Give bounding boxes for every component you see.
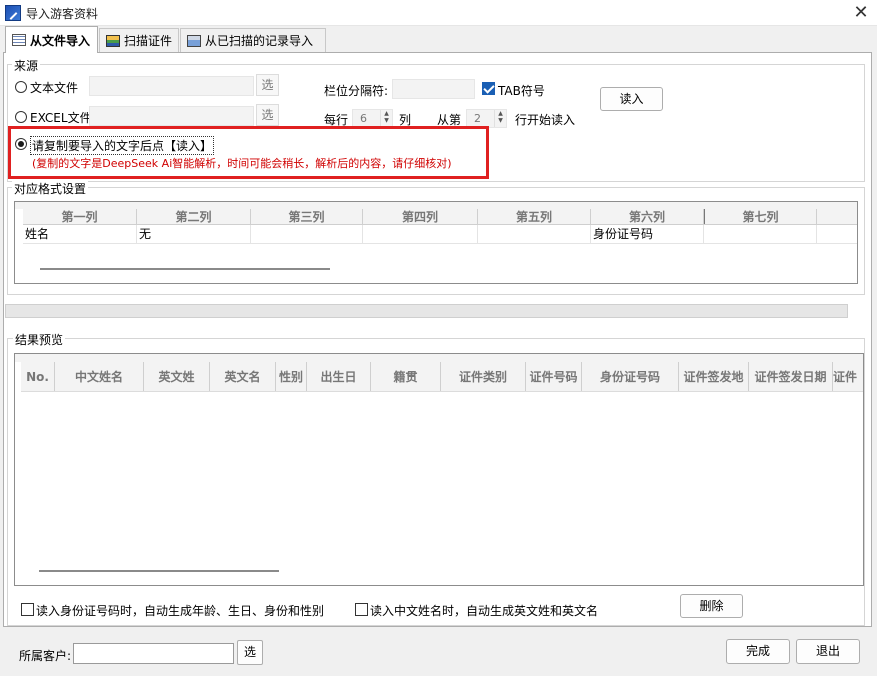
preview-grid: No. 中文姓名 英文姓 英文名 性别 出生日 籍贯 证件类别 证件号码 身份证…	[14, 353, 864, 586]
start-row-value: 2	[474, 112, 481, 125]
text-file-choose-button[interactable]: 选	[256, 74, 279, 96]
preview-header-cell[interactable]: 证件类别	[441, 362, 526, 391]
mapping-cell[interactable]	[363, 225, 478, 243]
stepper-arrows-icon[interactable]: ▲ ▼	[380, 110, 392, 127]
preview-header-cell[interactable]: 中文姓名	[55, 362, 144, 391]
start-row-label: 行开始读入	[515, 113, 576, 127]
mapping-cell[interactable]: 无	[137, 225, 251, 243]
mapping-header-cell[interactable]: 第四列	[363, 209, 478, 224]
mapping-cell[interactable]	[478, 225, 591, 243]
mapping-row: 姓名 无 身份证号码	[23, 225, 857, 244]
separator-input[interactable]	[392, 79, 475, 99]
mapping-header-cell[interactable]: 第五列	[478, 209, 591, 224]
paste-text-label: 请复制要导入的文字后点【读入】	[30, 136, 215, 155]
excel-file-radio[interactable]	[15, 111, 27, 123]
preview-scrollbar[interactable]	[39, 570, 279, 572]
mapping-header-cell[interactable]: 第三列	[251, 209, 363, 224]
window-title: 导入游客资料	[26, 7, 99, 21]
close-icon[interactable]: ✕	[850, 2, 872, 24]
text-file-path-input[interactable]	[89, 76, 254, 96]
preview-header-cell[interactable]: 证件	[833, 362, 861, 391]
tab-scanned-records[interactable]: 从已扫描的记录导入	[180, 28, 326, 52]
mapping-header-cell[interactable]: 第二列	[137, 209, 251, 224]
tab-scan-id[interactable]: 扫描证件	[99, 28, 179, 52]
preview-header-cell[interactable]: 英文名	[210, 362, 276, 391]
customer-choose-button[interactable]: 选	[237, 640, 263, 665]
auto-english-name-checkbox[interactable]	[355, 603, 368, 616]
mapping-header-cell[interactable]: 第七列	[704, 209, 817, 224]
preview-header-cell[interactable]: 证件签发日期	[749, 362, 833, 391]
mapping-cell[interactable]: 身份证号码	[591, 225, 704, 243]
auto-id-info-label: 读入身份证号码时，自动生成年龄、生日、身份和性别	[36, 604, 325, 618]
delete-button[interactable]: 删除	[680, 594, 743, 618]
exit-button[interactable]: 退出	[796, 639, 860, 664]
preview-header-cell[interactable]: 证件签发地	[679, 362, 749, 391]
mapping-header-row: 第一列 第二列 第三列 第四列 第五列 第六列 第七列	[23, 209, 857, 225]
paste-text-radio[interactable]	[15, 138, 27, 150]
mapping-header-cell[interactable]: 第六列	[591, 209, 704, 224]
records-icon	[187, 34, 201, 47]
title-bar	[0, 0, 877, 26]
mapping-scrollbar[interactable]	[40, 268, 330, 270]
tab-label: 从文件导入	[30, 33, 91, 48]
mapping-cell[interactable]	[704, 225, 817, 243]
tab-separator-checkbox[interactable]	[482, 82, 495, 95]
preview-header-cell[interactable]: 证件号码	[526, 362, 582, 391]
mapping-grid: 第一列 第二列 第三列 第四列 第五列 第六列 第七列 姓名 无 身份证号码	[14, 201, 858, 284]
mapping-group-label: 对应格式设置	[12, 180, 89, 197]
preview-header-cell[interactable]: 身份证号码	[582, 362, 679, 391]
preview-header-cell[interactable]: 性别	[276, 362, 307, 391]
tab-separator-label: TAB符号	[498, 84, 545, 98]
auto-english-name-label: 读入中文姓名时，自动生成英文姓和英文名	[370, 604, 599, 618]
mapping-cell[interactable]: 姓名	[23, 225, 137, 243]
separator-label: 栏位分隔符:	[324, 84, 389, 98]
preview-header-cell[interactable]: 英文姓	[144, 362, 210, 391]
preview-header-row: No. 中文姓名 英文姓 英文名 性别 出生日 籍贯 证件类别 证件号码 身份证…	[21, 362, 863, 392]
table-icon	[12, 34, 26, 46]
mapping-header-cell-empty	[817, 209, 857, 224]
read-button[interactable]: 读入	[600, 87, 663, 111]
paste-note: (复制的文字是DeepSeek Ai智能解析，时间可能会稍长，解析后的内容，请仔…	[32, 157, 452, 170]
preview-header-cell[interactable]: 籍贯	[371, 362, 441, 391]
app-icon	[5, 5, 21, 21]
customer-label: 所属客户:	[19, 649, 72, 663]
tab-label: 扫描证件	[124, 34, 173, 48]
preview-header-cell[interactable]: No.	[21, 362, 55, 391]
stepper-arrows-icon[interactable]: ▲ ▼	[494, 110, 506, 127]
preview-header-cell[interactable]: 出生日	[307, 362, 371, 391]
mapping-header-cell[interactable]: 第一列	[23, 209, 137, 224]
progress-bar	[5, 304, 848, 318]
auto-id-info-checkbox[interactable]	[21, 603, 34, 616]
excel-file-path-input[interactable]	[89, 106, 254, 126]
excel-file-choose-button[interactable]: 选	[256, 104, 279, 126]
excel-file-label: EXCEL文件	[30, 111, 92, 125]
columns-per-row-value: 6	[360, 112, 367, 125]
finish-button[interactable]: 完成	[726, 639, 790, 664]
text-file-label: 文本文件	[30, 81, 79, 95]
source-group-label: 来源	[12, 57, 41, 74]
mapping-cell[interactable]	[251, 225, 363, 243]
customer-input[interactable]	[73, 643, 234, 664]
tab-file-import[interactable]: 从文件导入	[5, 26, 98, 53]
text-file-radio[interactable]	[15, 81, 27, 93]
preview-group-label: 结果预览	[13, 331, 66, 348]
scanner-icon	[106, 34, 120, 47]
tab-label: 从已扫描的记录导入	[205, 34, 314, 48]
